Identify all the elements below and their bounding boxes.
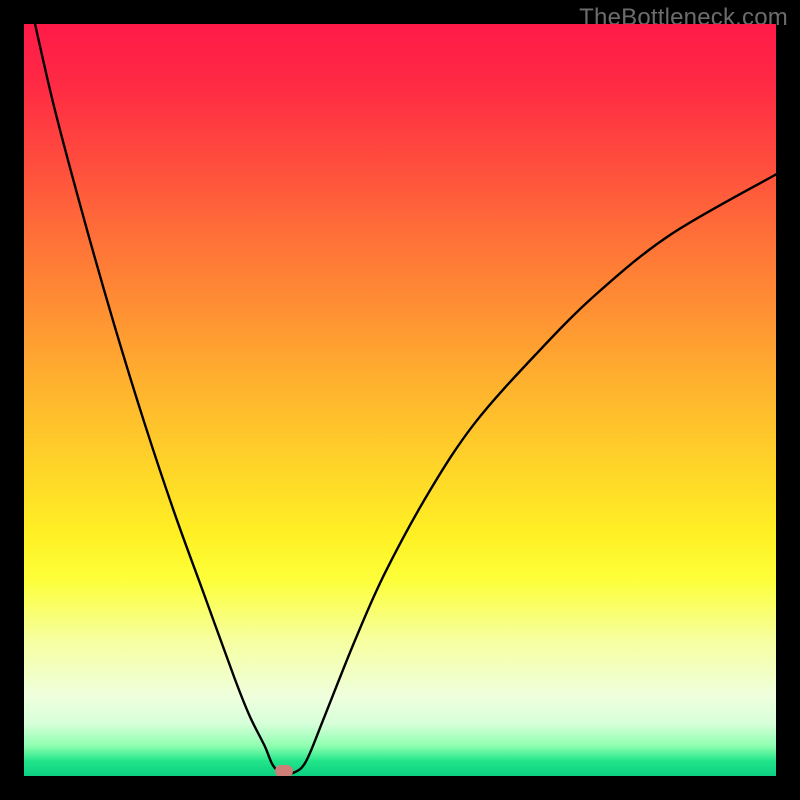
bottleneck-curve xyxy=(30,24,776,774)
optimum-marker xyxy=(275,765,293,776)
chart-frame: TheBottleneck.com xyxy=(0,0,800,800)
curve-svg xyxy=(24,24,776,776)
plot-area xyxy=(24,24,776,776)
